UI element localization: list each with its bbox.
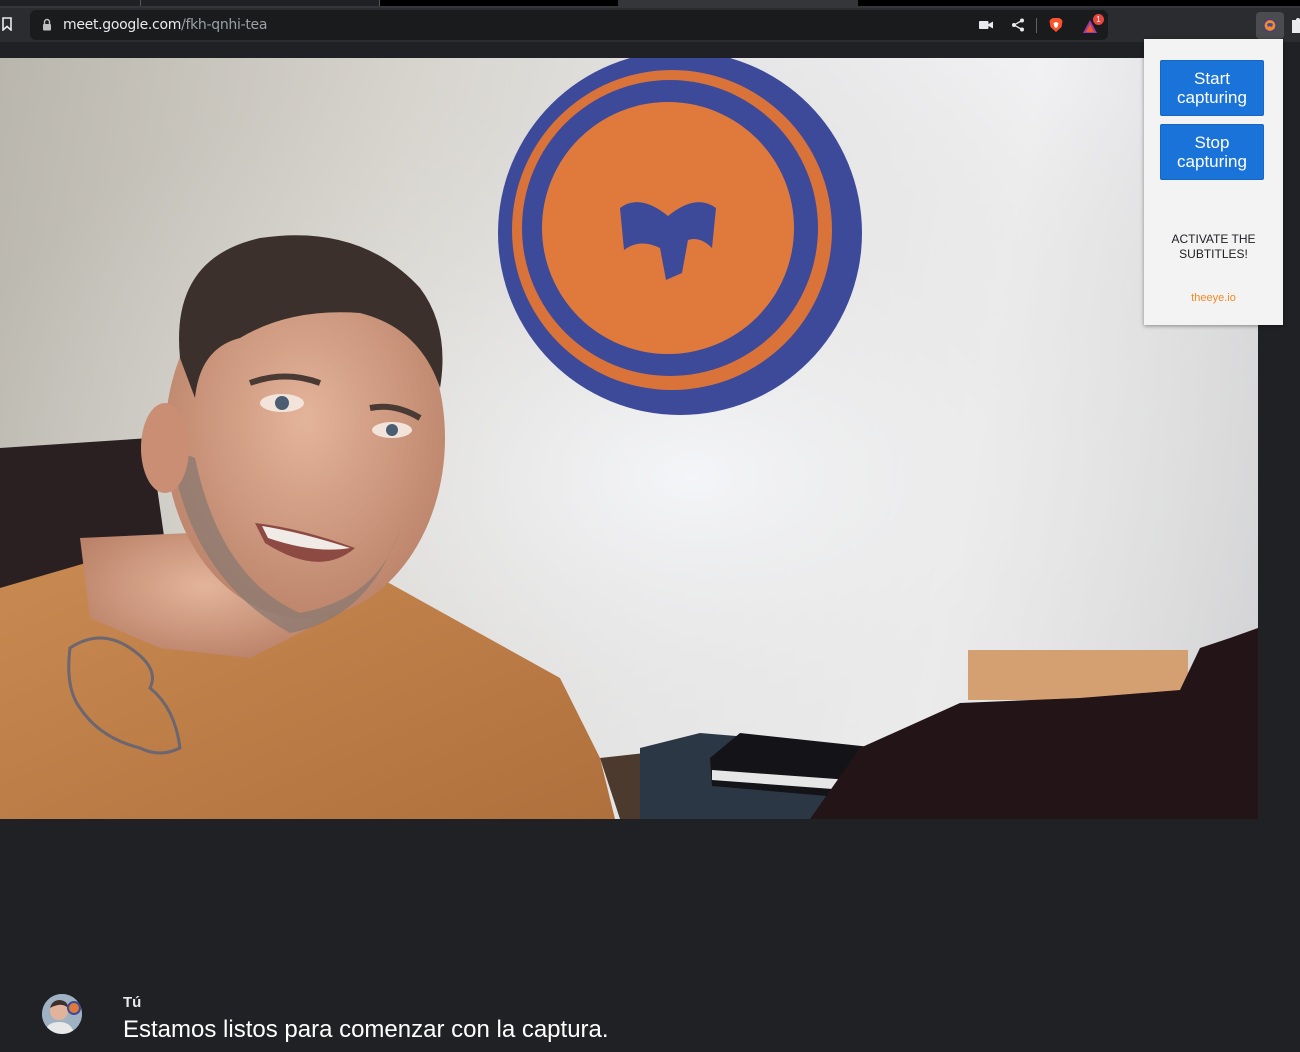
tab-strip <box>0 0 1300 8</box>
tab[interactable] <box>141 0 379 6</box>
tab[interactable] <box>380 0 618 6</box>
stop-capturing-button[interactable]: Stop capturing <box>1160 124 1264 180</box>
wall-logo <box>498 58 862 415</box>
theeye-extension-popup: Start capturing Stop capturing ACTIVATE … <box>1144 39 1283 325</box>
tab[interactable] <box>858 0 1300 6</box>
start-capturing-button[interactable]: Start capturing <box>1160 60 1264 116</box>
theeye-link[interactable]: theeye.io <box>1144 292 1283 304</box>
tab[interactable] <box>0 0 140 6</box>
browser-toolbar: meet.google.com/fkh-qnhi-tea 1 <box>0 8 1300 42</box>
bookmark-icon[interactable] <box>2 17 12 31</box>
caption-speaker-name: Tú <box>123 994 142 1011</box>
camera-icon[interactable] <box>978 17 994 33</box>
lock-icon[interactable] <box>42 18 52 31</box>
separator <box>1036 18 1037 33</box>
caption-text: Estamos listos para comenzar con la capt… <box>123 1016 609 1043</box>
webcam-scene <box>0 58 1258 819</box>
address-bar[interactable]: meet.google.com/fkh-qnhi-tea 1 <box>30 10 1108 40</box>
url-text[interactable]: meet.google.com/fkh-qnhi-tea <box>63 17 267 33</box>
avatar-image <box>42 994 82 1034</box>
extension-icon <box>1263 18 1277 33</box>
theeye-extension-button[interactable] <box>1256 12 1284 39</box>
share-icon[interactable] <box>1010 17 1026 33</box>
activate-subtitles-note: ACTIVATE THE SUBTITLES! <box>1171 232 1256 261</box>
avatar <box>42 994 82 1034</box>
url-path: /fkh-qnhi-tea <box>181 17 268 33</box>
url-host: meet.google.com <box>63 17 182 33</box>
self-video-feed <box>0 58 1258 819</box>
notification-badge: 1 <box>1093 14 1104 25</box>
puzzle-icon[interactable] <box>1292 17 1300 33</box>
active-tab[interactable] <box>618 0 858 6</box>
brave-shield-icon[interactable] <box>1048 17 1064 33</box>
